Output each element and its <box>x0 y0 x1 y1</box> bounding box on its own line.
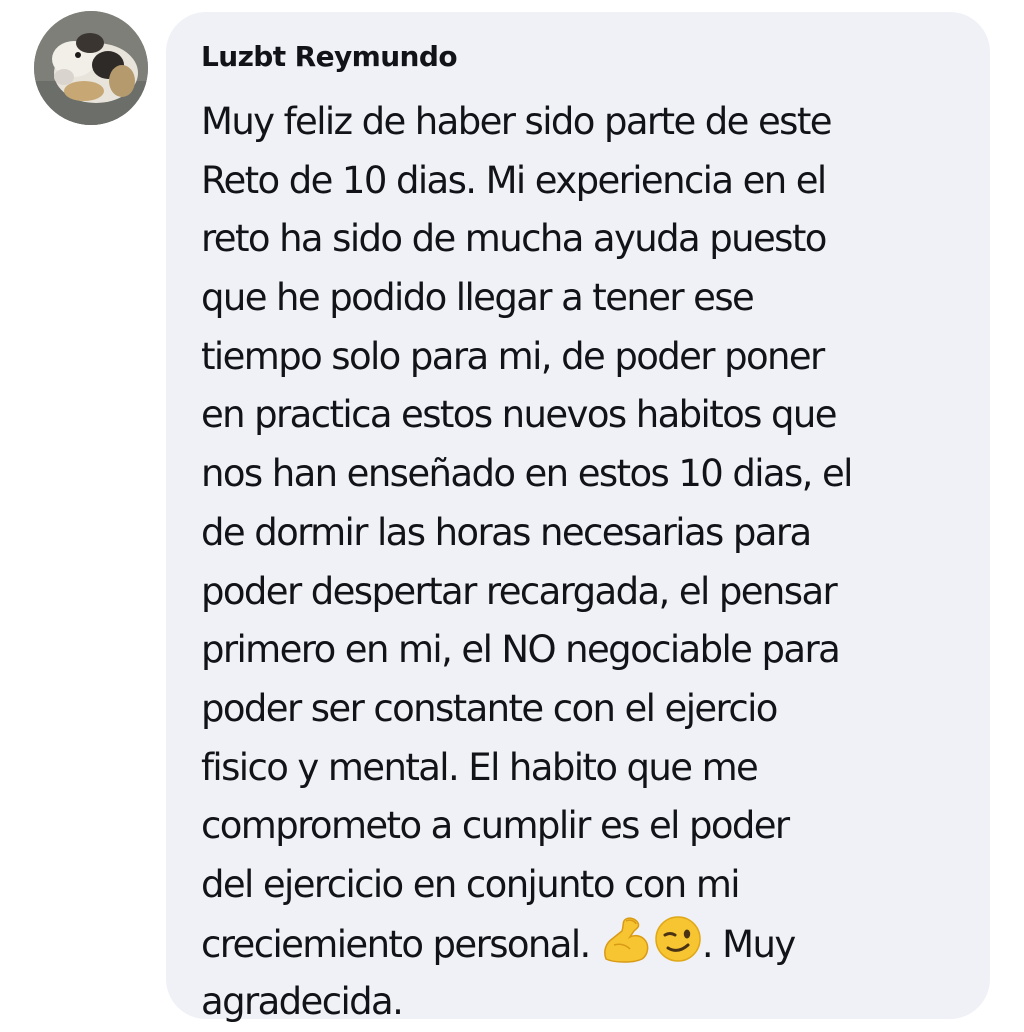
comment-author-name[interactable]: Luzbt Reymundo <box>201 36 990 78</box>
comment-bubble: Luzbt Reymundo Muy feliz de haber sido p… <box>166 12 990 1023</box>
comment-line: nos han enseñado en estos 10 dias, el <box>201 452 853 496</box>
winking-face-icon <box>654 915 702 963</box>
comment-line-start: creciemiento personal. <box>201 922 600 966</box>
comment-line-end: . Muy <box>701 922 796 966</box>
avatar[interactable] <box>34 11 148 125</box>
comment-line: reto ha sido de mucha ayuda puesto <box>201 217 827 261</box>
comment-line: fisico y mental. El habito que me <box>201 745 759 789</box>
comment-line: poder ser constante con el ejercio <box>201 686 778 730</box>
comment-line: primero en mi, el NO negociable para <box>201 628 841 672</box>
profile-photo <box>34 11 148 125</box>
comment-line: agradecida. <box>201 980 404 1024</box>
comment-line: poder despertar recargada, el pensar <box>201 569 838 613</box>
comment-line: de dormir las horas necesarias para <box>201 510 812 554</box>
flexed-biceps-icon <box>600 915 652 963</box>
comment-line: tiempo solo para mi, de poder poner <box>201 334 825 378</box>
comment-line: Reto de 10 dias. Mi experiencia en el <box>201 158 827 202</box>
comment-line: en practica estos nuevos habitos que <box>201 393 837 437</box>
comment-text: Muy feliz de haber sido parte de este Re… <box>201 93 990 1032</box>
comment-line: que he podido llegar a tener ese <box>201 276 755 320</box>
comment-line-with-emojis: creciemiento personal. . Muy <box>201 915 990 974</box>
comment-line: del ejercicio en conjunto con mi <box>201 862 741 906</box>
comment-line: comprometo a cumplir es el poder <box>201 804 790 848</box>
comment-line: Muy feliz de haber sido parte de este <box>201 100 832 143</box>
